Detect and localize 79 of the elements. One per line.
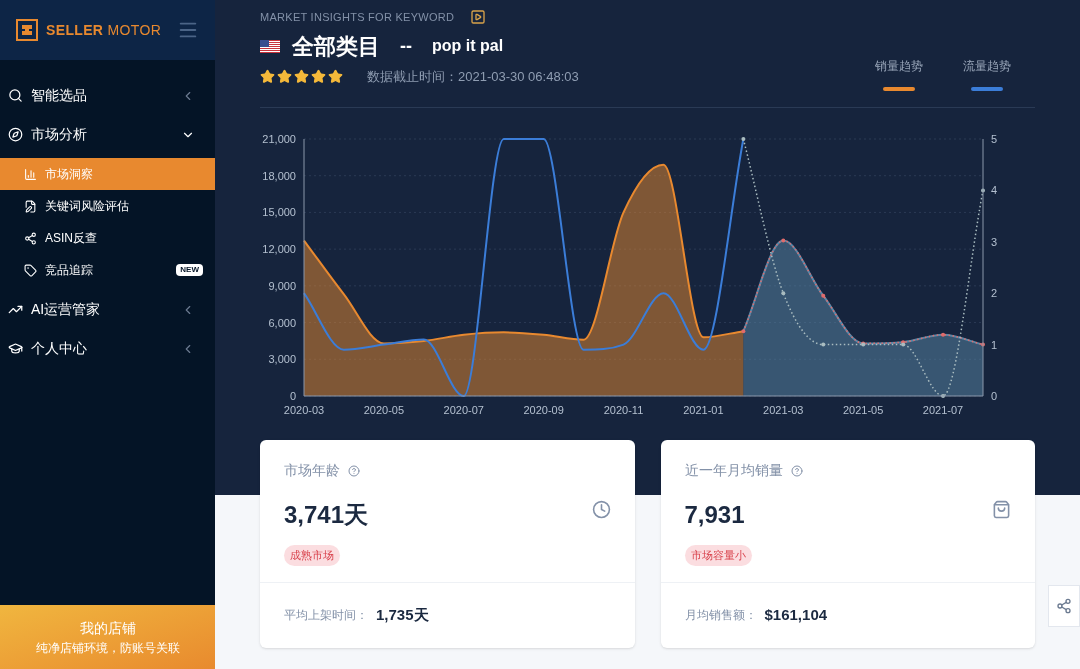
brand-name: SELLER MOTOR	[46, 20, 162, 40]
promo-subtitle: 纯净店铺环境，防账号关联	[35, 639, 180, 657]
y-axis-label: 0	[991, 390, 998, 402]
y-axis-label: 2	[991, 287, 998, 300]
nav-group[interactable]: 个人中心	[0, 329, 215, 368]
new-badge: NEW	[176, 264, 203, 276]
x-axis-label: 2021-07	[922, 404, 964, 416]
star-icon	[328, 68, 343, 84]
nav-item-label: ASIN反查	[45, 230, 97, 247]
y-axis-label: 12,000	[262, 243, 296, 256]
card-value: 7,931	[684, 500, 745, 530]
x-axis-label: 2021-01	[683, 404, 724, 416]
nav-group[interactable]: AI运营管家	[0, 290, 215, 329]
logo-icon	[16, 19, 38, 41]
bar-chart-icon	[24, 167, 37, 181]
footer-label: 月均销售额：	[684, 607, 757, 624]
y-axis-label: 3,000	[268, 353, 296, 366]
y-axis-label: 15,000	[262, 206, 296, 219]
y-axis-label: 1	[991, 338, 998, 351]
nav-group-label: 个人中心	[31, 339, 87, 358]
clock-icon	[591, 499, 611, 519]
eyebrow-label: MARKET INSIGHTS FOR KEYWORD	[260, 10, 455, 25]
keyword-title: pop it pal	[432, 36, 504, 56]
y-axis-label: 6,000	[268, 316, 296, 329]
nav-group-label: 智能选品	[31, 86, 87, 105]
x-axis-label: 2020-07	[443, 404, 484, 416]
star-icon	[277, 68, 292, 84]
search-icon	[8, 88, 23, 103]
nav-group-label: AI运营管家	[31, 300, 101, 319]
star-icon	[311, 68, 326, 84]
title-separator: --	[400, 34, 412, 58]
share-icon	[1056, 598, 1072, 614]
y-axis-label: 5	[991, 133, 998, 145]
nav-item-label: 市场洞察	[45, 166, 93, 183]
y-axis-label: 3	[991, 235, 998, 248]
y-axis-label: 9,000	[268, 279, 296, 292]
status-tag: 成熟市场	[284, 545, 340, 566]
y-axis-label: 0	[289, 390, 296, 402]
shopping-bag-icon	[992, 499, 1011, 519]
help-icon[interactable]	[790, 464, 803, 477]
x-axis-label: 2020-09	[523, 404, 564, 416]
nav-group[interactable]: 市场分析	[0, 115, 215, 154]
video-icon[interactable]	[470, 9, 487, 26]
updated-time: 数据截止时间：2021-03-30 06:48:03	[367, 67, 579, 86]
help-icon[interactable]	[348, 464, 360, 477]
nav-group[interactable]: 智能选品	[0, 76, 215, 115]
edit-document-icon	[24, 199, 37, 213]
x-axis-label: 2021-05	[843, 404, 884, 416]
card-title: 市场年龄	[284, 461, 340, 480]
x-axis-label: 2020-03	[283, 404, 325, 416]
nav-item[interactable]: ASIN反查	[0, 222, 215, 254]
y-axis-label: 21,000	[262, 133, 296, 145]
footer-label: 平均上架时间：	[284, 607, 368, 624]
nav-item[interactable]: 关键词风险评估	[0, 190, 215, 222]
nodes-icon	[24, 231, 37, 245]
card-value: 3,741天	[284, 500, 369, 530]
graduation-cap-icon	[8, 341, 23, 356]
star-icon	[260, 68, 275, 84]
x-axis-label: 2020-11	[603, 404, 644, 416]
star-icon	[294, 68, 309, 84]
legend-label[interactable]: 流量趋势	[963, 57, 1011, 75]
footer-value: $161,104	[764, 604, 828, 625]
y-axis-label: 18,000	[262, 169, 296, 182]
nav-item-label: 关键词风险评估	[45, 198, 129, 215]
x-axis-label: 2021-03	[763, 404, 804, 416]
legend-label[interactable]: 销量趋势	[875, 57, 923, 75]
nav-item-label: 竞品追踪	[45, 262, 93, 279]
card-title: 近一年月均销量	[684, 461, 783, 480]
nav-item[interactable]: 竞品追踪 NEW	[0, 254, 215, 286]
compass-icon	[8, 127, 23, 142]
nav-group-label: 市场分析	[31, 125, 87, 144]
category-title: 全部类目	[292, 32, 380, 61]
promo-title: 我的店铺	[79, 618, 136, 638]
footer-value: 1,735天	[376, 604, 429, 625]
tag-icon	[24, 263, 37, 277]
y-axis-label: 4	[991, 184, 998, 197]
x-axis-label: 2020-05	[363, 404, 405, 416]
status-tag: 市场容量小	[684, 545, 752, 566]
share-button[interactable]	[1048, 585, 1080, 627]
